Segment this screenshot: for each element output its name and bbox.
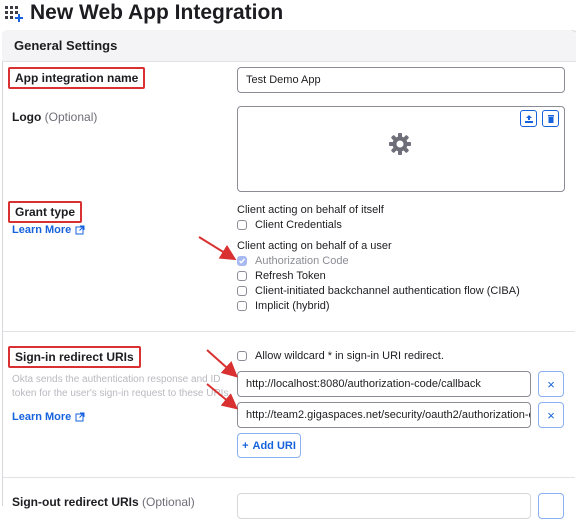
remove-uri-button[interactable]: × <box>538 371 564 397</box>
section-header-text: General Settings <box>14 38 118 53</box>
external-link-icon <box>75 225 85 235</box>
logo-optional-text: (Optional) <box>44 110 98 124</box>
checkbox-client-credentials[interactable]: Client Credentials <box>237 219 342 231</box>
delete-logo-button[interactable] <box>542 110 559 127</box>
page-title-text: New Web App Integration <box>30 1 284 24</box>
close-icon: × <box>547 376 555 392</box>
grant-group-user: Client acting on behalf of a user <box>237 240 392 252</box>
plus-icon: + <box>242 439 249 452</box>
signout-uri-input[interactable] <box>237 493 531 519</box>
checkbox[interactable] <box>237 351 247 361</box>
checkbox-label: Client Credentials <box>255 219 342 231</box>
checkbox[interactable] <box>237 271 247 281</box>
checkbox-ciba[interactable]: Client-initiated backchannel authenticat… <box>237 285 520 297</box>
checkbox-refresh-token[interactable]: Refresh Token <box>237 270 326 282</box>
signout-redirect-label: Sign-out redirect URIs (Optional) <box>12 495 195 509</box>
add-uri-button[interactable]: + Add URI <box>237 433 301 458</box>
checkbox[interactable] <box>237 301 247 311</box>
add-uri-label: Add URI <box>252 439 296 452</box>
checkbox[interactable] <box>237 220 247 230</box>
checkbox-label: Refresh Token <box>255 270 326 282</box>
checkbox-label: Client-initiated backchannel authenticat… <box>255 285 520 297</box>
checkbox-label: Allow wildcard * in sign-in URI redirect… <box>255 350 444 362</box>
upload-icon <box>524 114 533 123</box>
signout-optional-text: (Optional) <box>142 495 195 509</box>
checkbox[interactable] <box>237 286 247 296</box>
upload-button[interactable] <box>520 110 537 127</box>
grant-group-self: Client acting on behalf of itself <box>237 204 384 216</box>
divider <box>3 477 575 478</box>
external-link-icon <box>75 412 85 422</box>
grant-type-label: Grant type <box>8 201 83 223</box>
grant-type-learn-more-link[interactable]: Learn More <box>12 224 85 236</box>
logo-label-text: Logo <box>12 110 42 124</box>
logo-label: Logo (Optional) <box>12 110 97 124</box>
app-name-input[interactable]: Test Demo App <box>237 67 565 93</box>
checkbox-label: Authorization Code <box>255 255 349 267</box>
learn-more-text: Learn More <box>12 411 72 423</box>
signin-redirect-label: Sign-in redirect URIs <box>8 346 141 368</box>
checkbox-allow-wildcard[interactable]: Allow wildcard * in sign-in URI redirect… <box>237 350 444 362</box>
checkbox-implicit-hybrid[interactable]: Implicit (hybrid) <box>237 300 330 312</box>
checkbox-checked[interactable] <box>237 256 247 266</box>
remove-signout-uri-button[interactable] <box>538 493 564 519</box>
page-title: New Web App Integration <box>4 1 283 25</box>
remove-uri-button[interactable]: × <box>538 402 564 428</box>
section-header: General Settings <box>2 30 576 62</box>
check-icon <box>239 258 246 264</box>
signin-uri-input-2[interactable]: http://team2.gigaspaces.net/security/oau… <box>237 402 531 428</box>
learn-more-text: Learn More <box>12 224 72 236</box>
signin-help-text: Okta sends the authentication response a… <box>12 374 229 399</box>
checkbox-label: Implicit (hybrid) <box>255 300 330 312</box>
app-name-label: App integration name <box>8 67 146 89</box>
gear-icon <box>389 133 411 160</box>
checkbox-authorization-code[interactable]: Authorization Code <box>237 255 349 267</box>
trash-icon <box>547 114 554 123</box>
grid-plus-icon <box>5 6 23 22</box>
signout-label-text: Sign-out redirect URIs <box>12 495 139 509</box>
close-icon: × <box>547 407 555 423</box>
signin-learn-more-link[interactable]: Learn More <box>12 411 85 423</box>
divider <box>3 331 575 332</box>
signin-uri-input-1[interactable]: http://localhost:8080/authorization-code… <box>237 371 531 397</box>
